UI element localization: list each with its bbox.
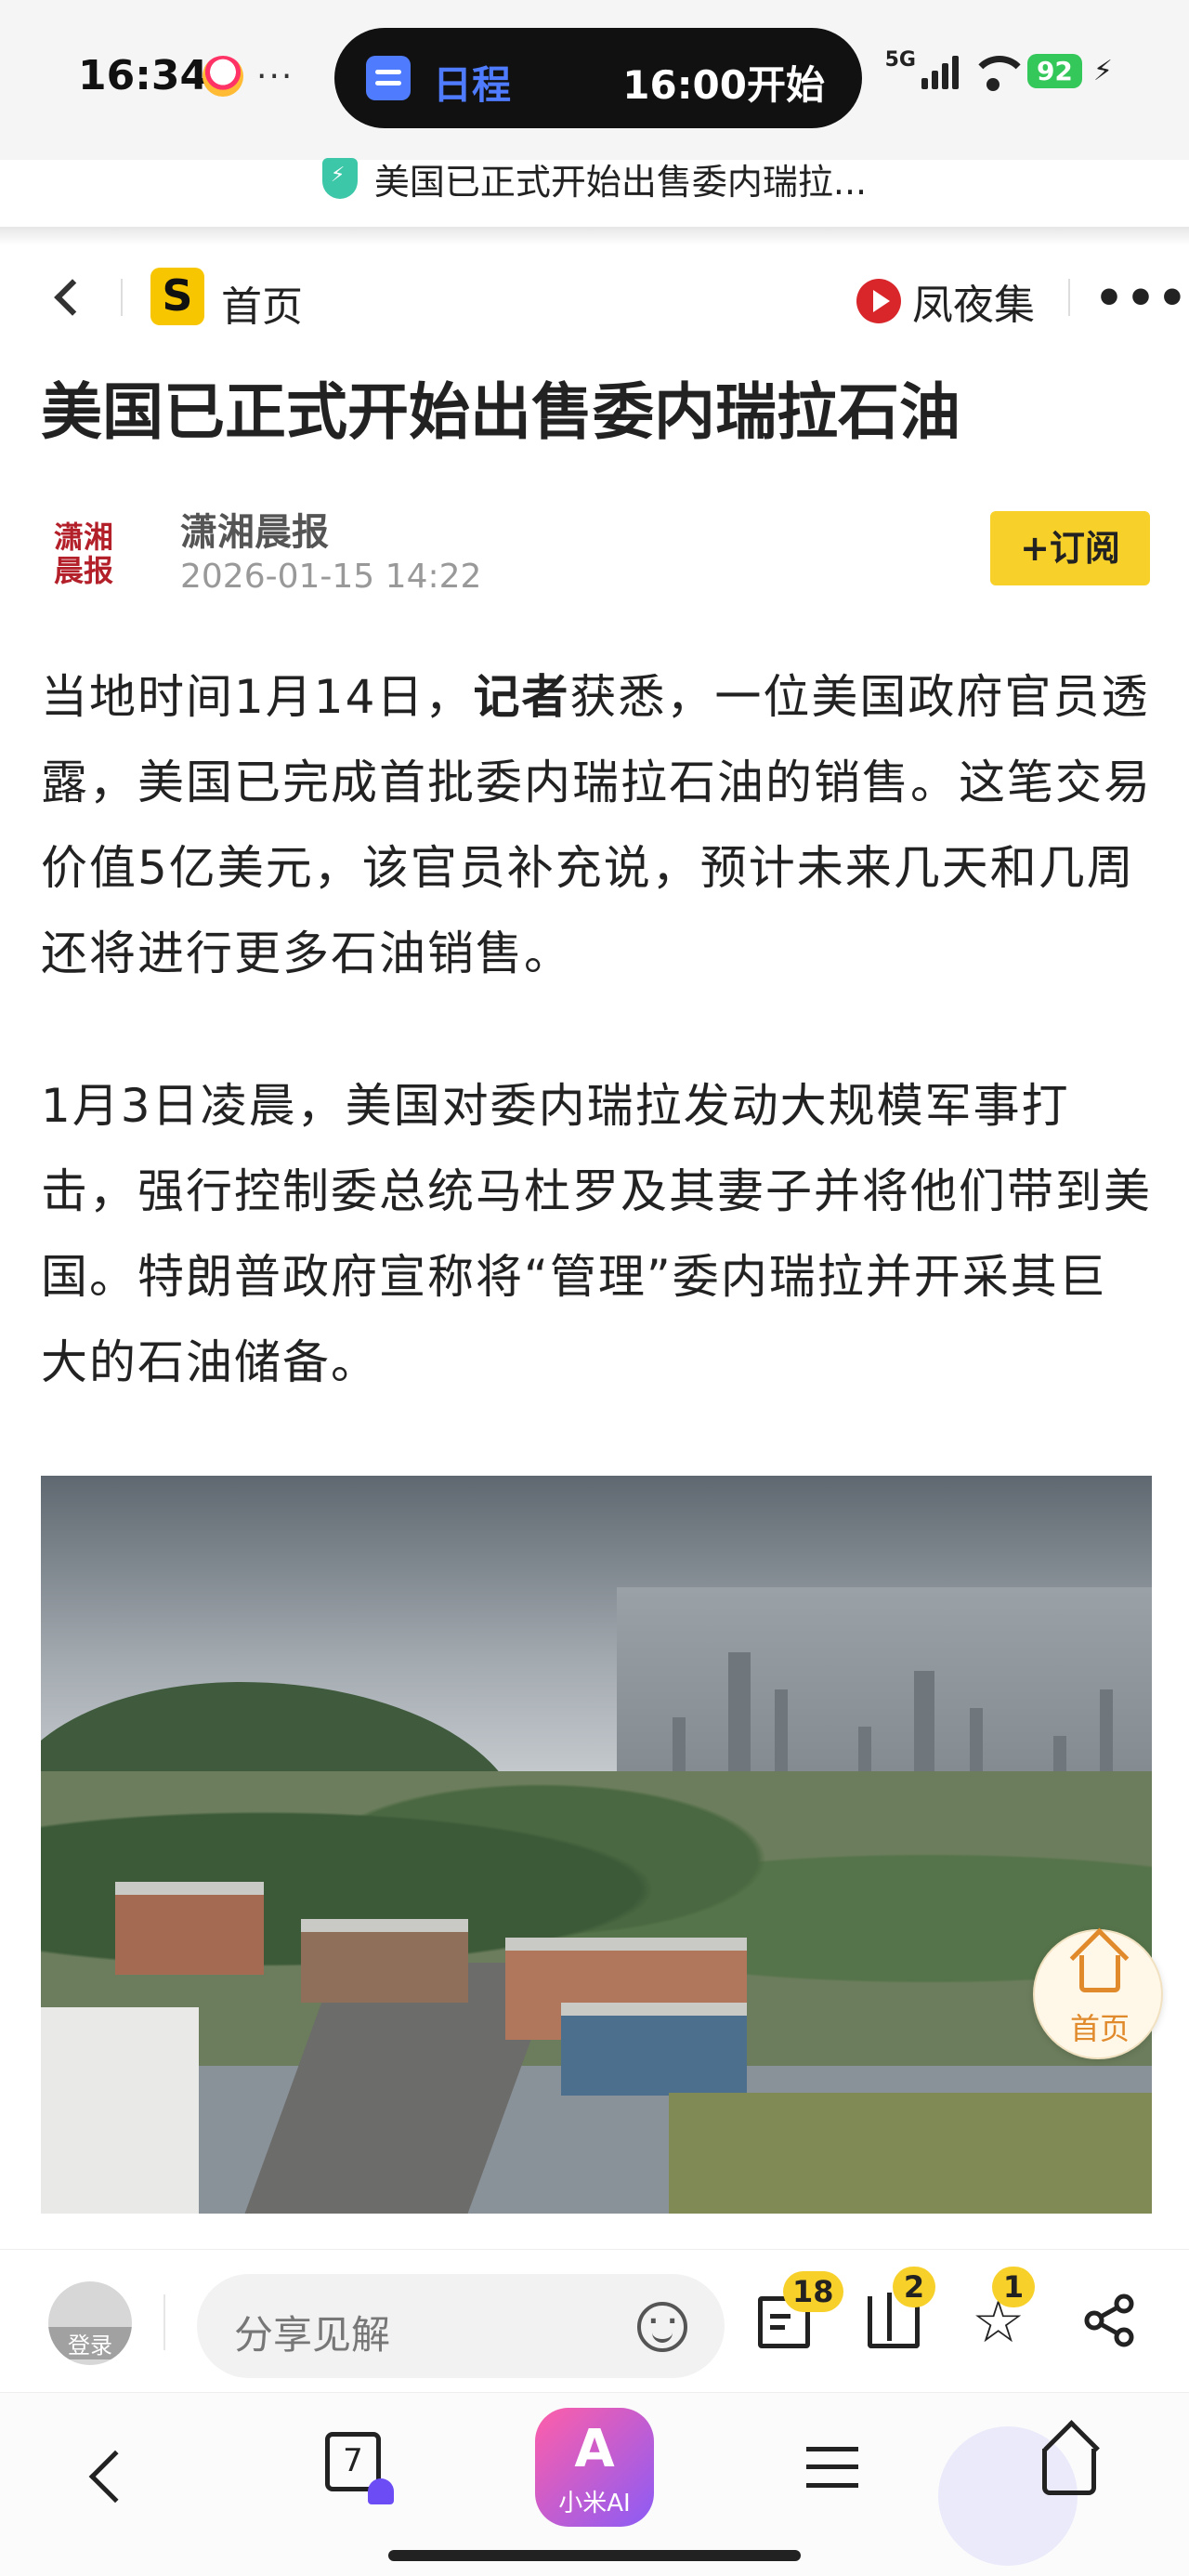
menu-button[interactable] (806, 2447, 858, 2488)
island-label: 日程 (433, 62, 512, 108)
comment-count-badge: 18 (783, 2271, 843, 2312)
like-count-badge: 2 (893, 2267, 935, 2307)
author-name[interactable]: 潇湘晨报 (180, 502, 329, 556)
ai-logo-icon: A (574, 2419, 615, 2479)
comment-placeholder: 分享见解 (234, 2312, 391, 2358)
status-right-icons: 5G 92 ⚡ (885, 48, 1113, 91)
ai-label: 小米AI (558, 2490, 631, 2517)
signal-icon (921, 52, 959, 89)
charging-icon: ⚡ (1092, 54, 1113, 87)
browser-back-button[interactable] (88, 2450, 142, 2504)
battery-level: 92 (1026, 53, 1082, 88)
more-options-button[interactable]: ••• (1094, 271, 1189, 325)
site-logo[interactable]: S (150, 268, 204, 325)
login-label: 登录 (48, 2327, 132, 2359)
xiaomi-ai-button[interactable]: A 小米AI (535, 2408, 654, 2527)
url-bar[interactable]: 美国已正式开始出售委内瑞拉... (0, 149, 1189, 208)
app-notification-icon (203, 56, 243, 97)
home-indicator[interactable] (388, 2550, 801, 2561)
more-notifications-icon: ··· (256, 57, 294, 96)
nav-divider-right (1068, 279, 1070, 316)
publish-date: 2026-01-15 14:22 (180, 558, 482, 596)
paragraph-1-bold: 记者 (473, 670, 570, 724)
back-button[interactable] (46, 273, 93, 320)
favorite-count-badge: 1 (992, 2267, 1035, 2307)
article-paragraph-2: 1月3日凌晨，美国对委内瑞拉发动大规模军事打击，强行控制委总统马杜罗及其妻子并将… (41, 1079, 1152, 1389)
island-time: 16:00开始 (622, 62, 825, 108)
status-bar: 16:34 ··· 日程 16:00开始 5G 92 ⚡ 美国已正式开始出售委内… (0, 0, 1189, 203)
network-type: 5G (884, 47, 916, 72)
article-headline: 美国已正式开始出售委内瑞拉石油 (41, 376, 960, 448)
article-photo[interactable] (41, 1476, 1152, 2214)
channel-link[interactable]: 凤夜集 (856, 271, 1035, 331)
security-shield-icon (321, 158, 358, 199)
header-divider (0, 227, 1189, 245)
comment-input[interactable]: 分享见解 (197, 2274, 725, 2378)
floating-home-button[interactable]: 首页 (1033, 1929, 1163, 2059)
avatar[interactable]: 登录 (48, 2281, 132, 2365)
paragraph-1-lead: 当地时间1月14日， (41, 670, 474, 724)
floating-home-label: 首页 (1069, 2011, 1130, 2046)
status-left-icons: ··· (203, 56, 294, 97)
home-link[interactable]: 首页 (221, 273, 303, 333)
status-time: 16:34 (78, 52, 209, 99)
calendar-icon (366, 56, 411, 100)
home-icon (1079, 1955, 1120, 1992)
share-button[interactable] (1081, 2293, 1137, 2348)
like-button[interactable]: 2 (868, 2267, 935, 2348)
incognito-icon (368, 2478, 394, 2504)
comment-bar-divider (163, 2294, 165, 2350)
play-icon (856, 279, 901, 323)
browser-bottom-nav: 7 A 小米AI (0, 2392, 1189, 2576)
wifi-icon (969, 52, 1029, 91)
dynamic-island-schedule[interactable]: 日程 16:00开始 (334, 28, 862, 128)
comment-bar: 登录 分享见解 18 2 ☆ 1 (0, 2249, 1189, 2390)
houses (115, 1881, 765, 2123)
subscribe-button[interactable]: +订阅 (990, 511, 1150, 585)
url-title: 美国已正式开始出售委内瑞拉... (373, 161, 868, 203)
emoji-icon[interactable] (637, 2302, 687, 2352)
channel-label: 凤夜集 (912, 282, 1035, 329)
author-logo[interactable]: 潇湘晨报 (46, 520, 121, 595)
browser-home-button[interactable] (1042, 2449, 1096, 2495)
article-nav-bar: S 首页 凤夜集 ••• (0, 251, 1189, 344)
comments-button[interactable]: 18 (758, 2271, 843, 2348)
share-icon (1084, 2293, 1134, 2347)
nav-divider (121, 279, 123, 316)
favorite-button[interactable]: ☆ 1 (972, 2267, 1035, 2352)
article-paragraph-1: 当地时间1月14日，记者获悉，一位美国政府官员透露，美国已完成首批委内瑞拉石油的… (41, 654, 1152, 996)
